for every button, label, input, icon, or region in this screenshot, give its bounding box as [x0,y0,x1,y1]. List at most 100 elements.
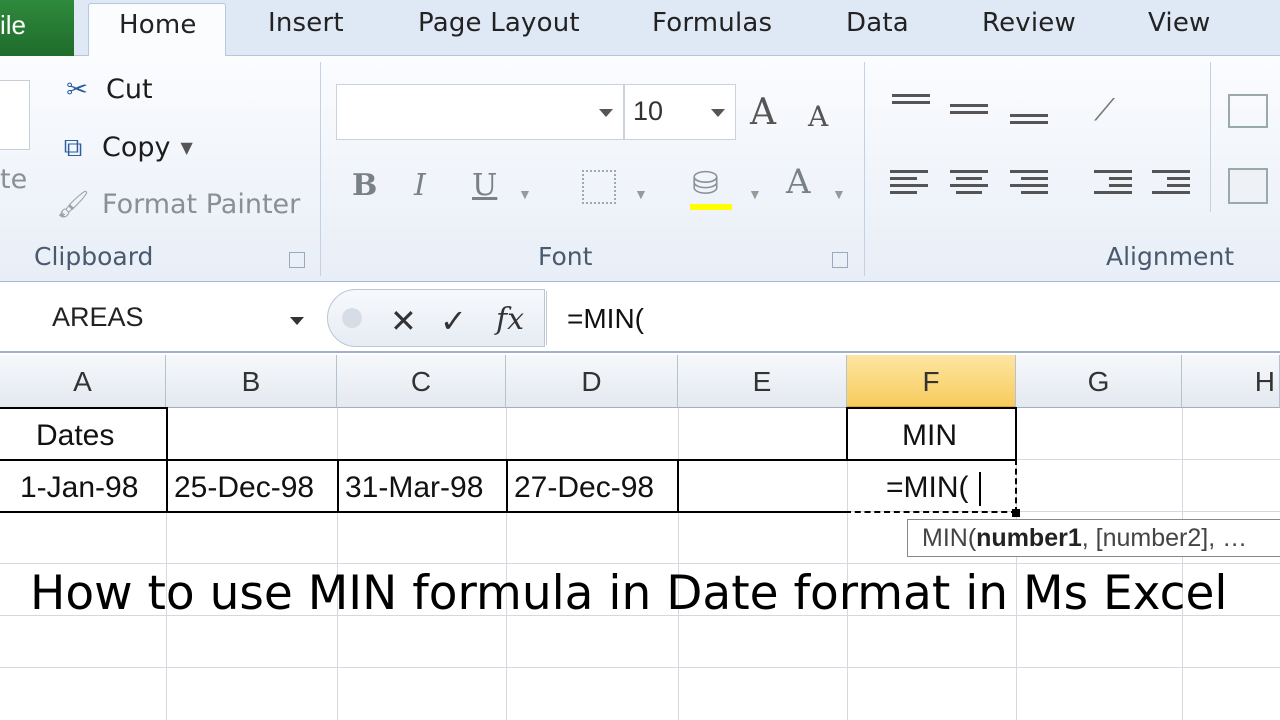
cancel-icon[interactable]: ✕ [390,302,417,340]
column-header-f[interactable]: F [847,355,1016,408]
underline-button[interactable]: U [472,168,497,203]
cell-border [678,459,848,461]
column-header-e[interactable]: E [678,355,847,408]
font-size-value: 10 [633,96,664,126]
borders-icon[interactable] [582,170,616,204]
clipboard-group-label: Clipboard [34,242,154,271]
font-color-icon[interactable]: A [786,162,811,202]
fill-color-swatch [690,204,732,210]
enter-icon[interactable]: ✓ [440,302,467,340]
column-header-a[interactable]: A [0,355,166,408]
tab-review[interactable]: Review [982,8,1076,38]
column-header-c[interactable]: C [337,355,506,408]
video-caption: How to use MIN formula in Date format in… [30,566,1228,621]
wrap-text-icon[interactable] [1228,94,1268,128]
formula-bar: AREAS ✕ ✓ fx =MIN( [0,283,1280,353]
copy-label: Copy [102,132,171,163]
chevron-down-icon [290,317,304,325]
align-top-icon[interactable] [892,94,930,108]
column-header-g[interactable]: G [1016,355,1182,408]
paintbrush-icon: 🖌 [56,189,90,220]
tab-file[interactable]: ile [0,0,74,56]
chevron-down-icon [711,109,725,117]
tab-page-layout[interactable]: Page Layout [418,8,580,38]
fill-color-icon[interactable]: ⛁ [692,164,719,202]
font-name-select[interactable] [336,84,624,140]
gridline [1182,408,1183,720]
font-group-label: Font [538,242,593,271]
align-center-icon[interactable] [950,170,988,198]
tab-formulas[interactable]: Formulas [652,8,772,38]
cell-c2[interactable]: 31-Mar-98 [345,471,483,505]
paste-button-label[interactable]: te [0,164,27,195]
shrink-font-icon[interactable]: A [808,100,828,133]
text-cursor [979,472,981,506]
cell-a2[interactable]: 1-Jan-98 [20,471,138,505]
gridline [0,667,1280,668]
name-box-value: AREAS [52,302,144,332]
tooltip-function: MIN( [922,524,977,552]
chevron-down-icon: ▼ [832,186,846,202]
clipboard-launcher-icon[interactable] [289,252,305,268]
cell-d2[interactable]: 27-Dec-98 [514,471,654,505]
chevron-down-icon: ▼ [634,186,648,202]
cell-b2[interactable]: 25-Dec-98 [174,471,314,505]
tab-view[interactable]: View [1148,8,1211,38]
function-tooltip: MIN(number1, [number2], … [907,519,1280,557]
chevron-down-icon: ▼ [748,186,762,202]
formula-input[interactable]: =MIN( [546,291,1280,345]
tooltip-arguments-rest: , [number2], … [1081,524,1248,552]
column-header-d[interactable]: D [506,355,678,408]
paste-icon[interactable] [0,80,30,150]
column-header-h[interactable]: H [1182,355,1280,408]
cut-label: Cut [106,74,153,105]
column-header-b[interactable]: B [166,355,337,408]
increase-indent-icon[interactable] [1152,170,1190,198]
cell-border [166,459,168,513]
bold-button[interactable]: B [352,168,377,203]
name-box[interactable]: AREAS [0,291,318,345]
group-divider [864,62,865,276]
format-painter-button[interactable]: 🖌 Format Painter [56,189,300,220]
align-bottom-icon[interactable] [1010,114,1048,128]
orientation-icon[interactable]: ⟋ [1094,94,1115,128]
ribbon-tab-bar: ile Home Insert Page Layout Formulas Dat… [0,0,1280,57]
gridline [506,408,507,720]
chevron-down-icon: ▼ [180,138,193,157]
cell-border [506,459,508,513]
decrease-indent-icon[interactable] [1094,170,1132,198]
chevron-down-icon [599,109,613,117]
grip-icon [342,308,362,328]
align-right-icon[interactable] [1010,170,1048,198]
cell-a1[interactable]: Dates [36,419,114,453]
copy-icon: ⧉ [63,132,83,163]
cell-border [678,511,848,513]
grow-font-icon[interactable]: A [750,92,776,133]
align-left-icon[interactable] [890,170,928,198]
cell-f1[interactable]: MIN [902,419,957,453]
font-size-select[interactable]: 10 [624,84,736,140]
tab-file-label: ile [0,10,27,40]
chevron-down-icon: ▼ [518,186,532,202]
formula-buttons: ✕ ✓ fx [327,289,545,347]
tooltip-argument-active[interactable]: number1 [976,524,1082,552]
gridline [678,408,679,720]
ribbon: te ✂ Cut ⧉ Copy ▼ 🖌 Format Painter Clipb… [0,56,1280,282]
tab-home[interactable]: Home [88,3,226,57]
cell-f2[interactable]: =MIN( [886,471,969,505]
cut-button[interactable]: ✂ Cut [60,74,153,105]
scissors-icon: ✂ [66,74,88,105]
gridline [0,563,1280,564]
merge-center-icon[interactable] [1228,168,1268,204]
insert-function-icon[interactable]: fx [496,302,524,337]
alignment-group-label: Alignment [1106,242,1235,271]
fill-handle[interactable] [1012,509,1020,517]
align-middle-icon[interactable] [950,104,988,118]
font-launcher-icon[interactable] [832,252,848,268]
tab-data[interactable]: Data [846,8,909,38]
italic-button[interactable]: I [414,168,426,203]
copy-button[interactable]: ⧉ Copy ▼ [56,132,193,163]
group-divider [320,62,321,276]
tab-insert[interactable]: Insert [268,8,344,38]
cell-border [337,459,339,513]
